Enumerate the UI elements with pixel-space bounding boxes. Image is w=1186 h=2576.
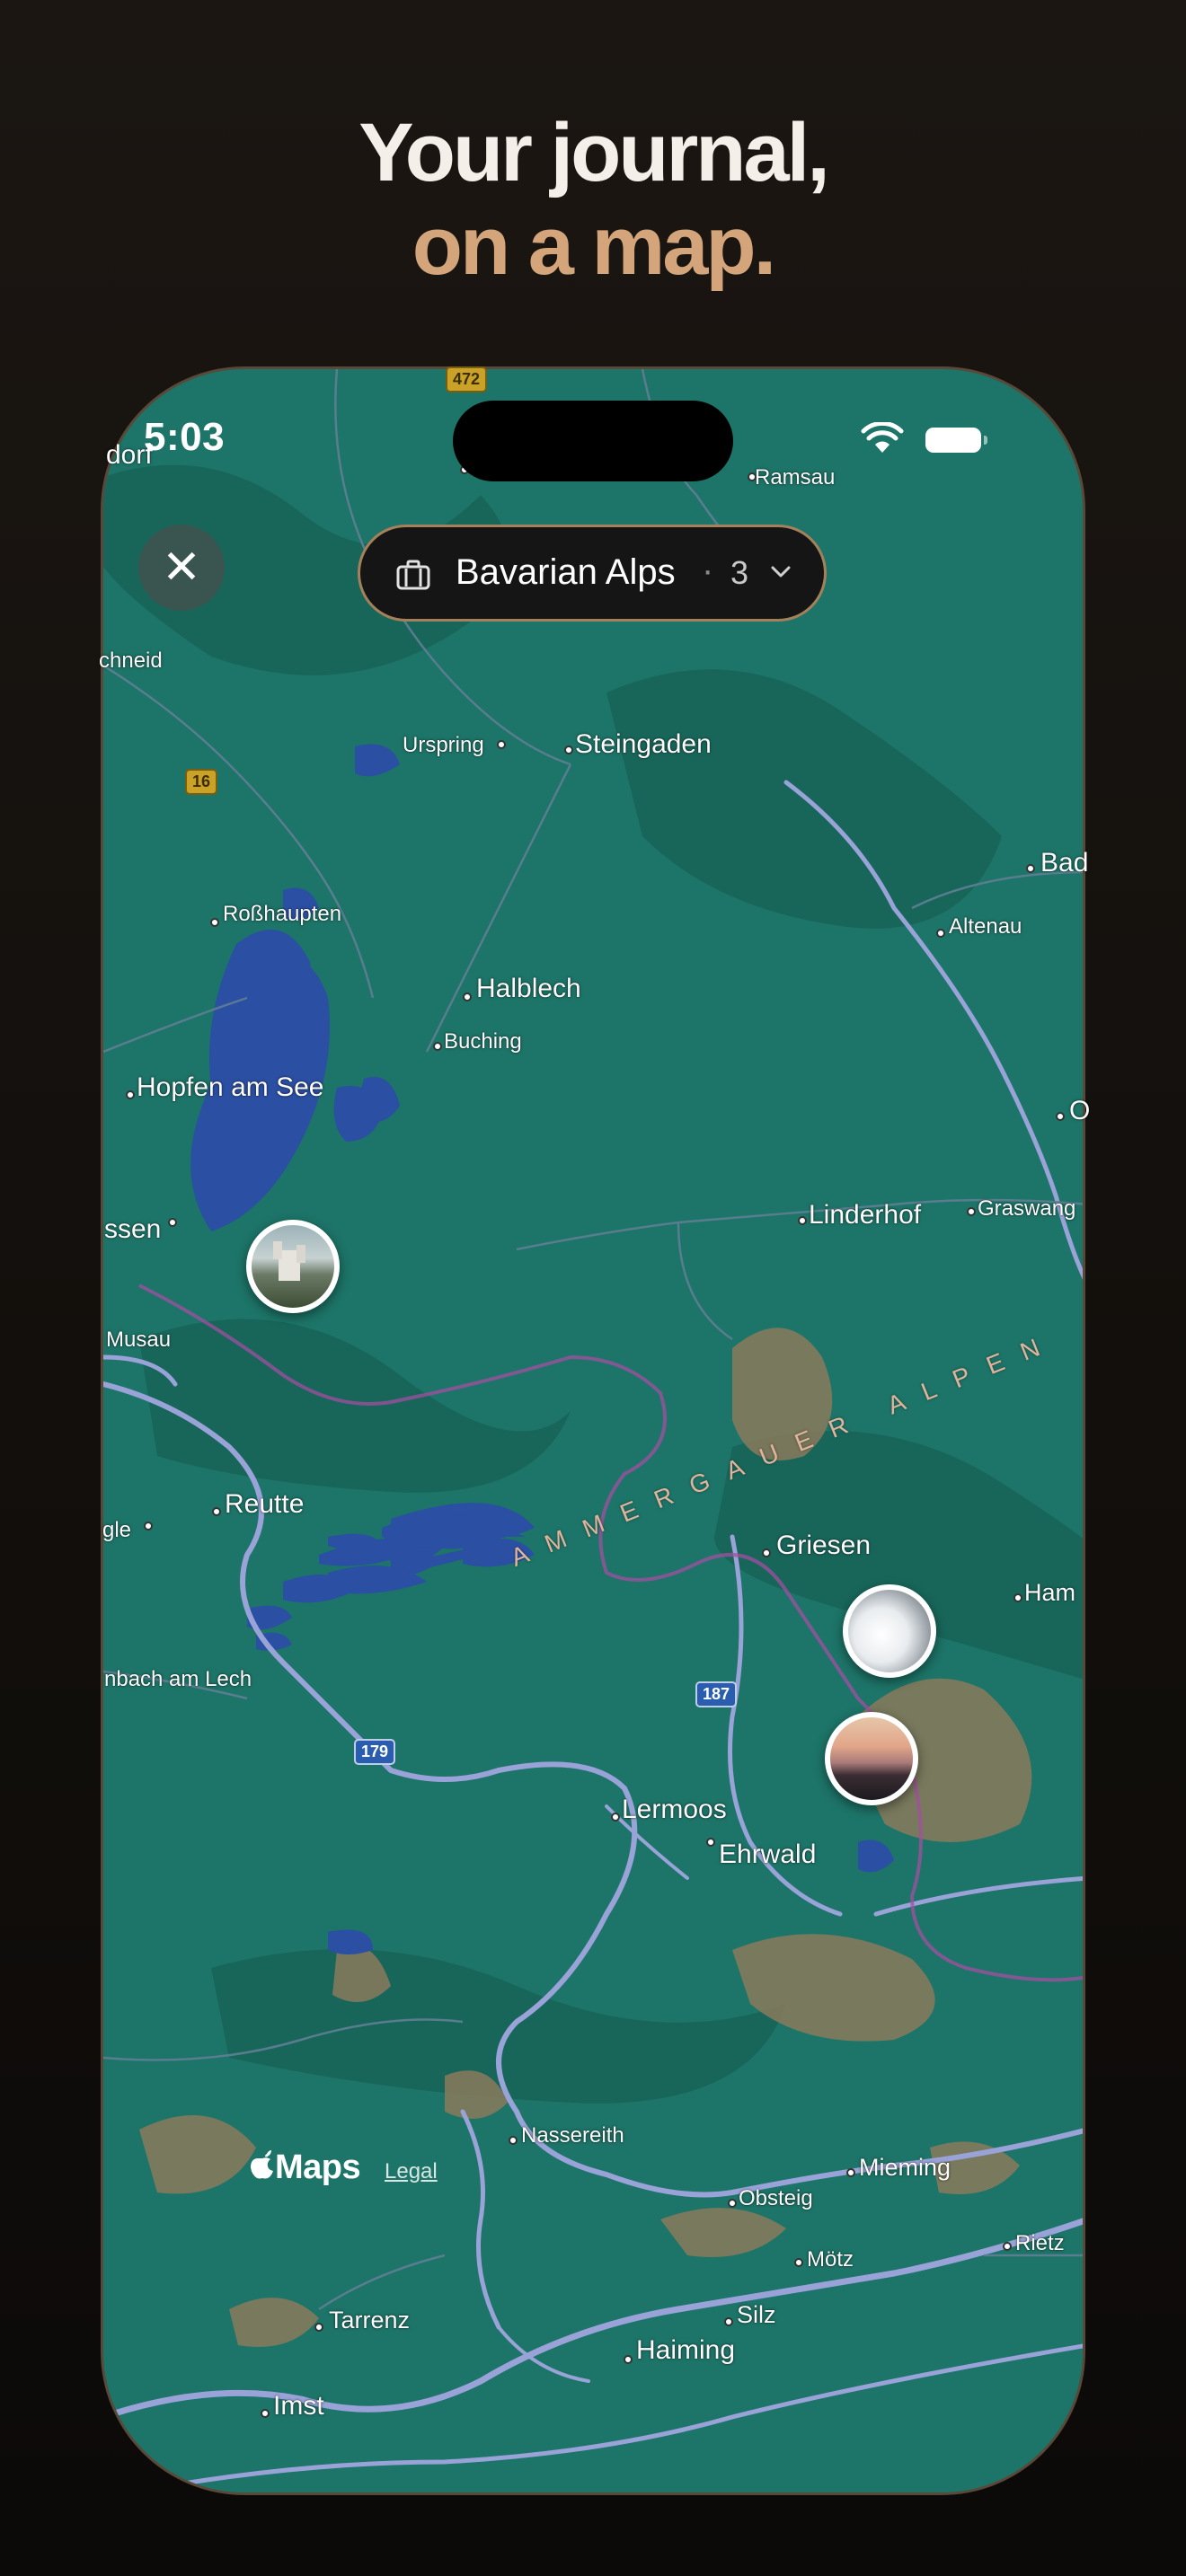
place-label: Linderhof	[809, 1200, 922, 1230]
place-label: Griesen	[776, 1531, 872, 1560]
place-dot	[1056, 1112, 1065, 1121]
place-label: Graswang	[978, 1196, 1076, 1221]
place-label: Altenau	[949, 914, 1022, 939]
place-label: Mötz	[807, 2247, 854, 2272]
trip-selector[interactable]: Bavarian Alps · 3	[358, 525, 827, 622]
trip-photo-count: 3	[730, 554, 749, 591]
road-shield: 472	[446, 366, 488, 393]
place-label: gle	[102, 1518, 132, 1542]
place-dot	[1003, 2242, 1012, 2251]
place-dot	[762, 1548, 771, 1557]
place-label: Halblech	[476, 974, 581, 1003]
place-label: chneid	[99, 648, 163, 673]
place-dot	[210, 918, 219, 927]
place-label: Rietz	[1015, 2231, 1065, 2255]
maps-brand-text: Maps	[275, 2148, 361, 2186]
place-dot	[724, 2317, 733, 2326]
place-label: Ham	[1024, 1579, 1076, 1606]
place-dot	[1026, 864, 1035, 873]
trip-name: Bavarian Alps	[456, 552, 676, 592]
place-label: Mieming	[859, 2154, 951, 2181]
road-shield: 16	[185, 769, 218, 795]
place-dot	[706, 1838, 715, 1847]
wifi-icon	[861, 420, 904, 459]
place-label: Reutte	[225, 1489, 305, 1519]
maps-logo: Maps	[250, 2148, 361, 2187]
place-dot	[748, 472, 757, 481]
place-dot	[564, 745, 573, 754]
battery-icon	[925, 428, 987, 453]
place-dot	[728, 2199, 737, 2208]
briefcase-icon	[396, 560, 430, 595]
place-label: Imst	[273, 2391, 324, 2421]
place-dot	[611, 1813, 620, 1822]
place-label: Obsteig	[739, 2186, 813, 2210]
place-dot	[261, 2409, 270, 2418]
dynamic-island	[453, 401, 733, 481]
place-label: Haiming	[636, 2335, 736, 2365]
headline: Your journal, on a map.	[0, 106, 1186, 293]
place-label: Hopfen am See	[137, 1072, 324, 1102]
place-label: Bad	[1040, 848, 1089, 878]
place-label: Nassereith	[521, 2123, 624, 2148]
place-dot	[126, 1090, 135, 1099]
place-dot	[144, 1522, 153, 1531]
place-label: Steingaden	[575, 729, 712, 759]
place-dot	[967, 1207, 976, 1216]
place-label: Urspring	[403, 733, 484, 757]
place-dot	[798, 1216, 807, 1225]
castle-photo-pin[interactable]	[246, 1220, 340, 1313]
headline-line-1: Your journal,	[358, 107, 830, 198]
place-dot	[1013, 1593, 1022, 1602]
place-label: nbach am Lech	[104, 1667, 252, 1691]
legal-link[interactable]: Legal	[385, 2159, 438, 2184]
close-button[interactable]: ✕	[138, 525, 225, 611]
place-label: Ramsau	[755, 465, 836, 490]
place-dot	[433, 1042, 442, 1051]
chevron-down-icon	[770, 565, 792, 584]
place-label: Lermoos	[622, 1795, 727, 1824]
place-dot	[794, 2258, 803, 2267]
place-dot	[509, 2136, 518, 2145]
place-label: Tarrenz	[329, 2307, 411, 2333]
place-dot	[212, 1507, 221, 1516]
apple-logo-icon	[250, 2148, 275, 2186]
place-dot	[497, 740, 506, 749]
road-shield: 187	[695, 1681, 738, 1707]
headline-line-2: on a map.	[412, 200, 776, 292]
place-dot	[936, 929, 945, 938]
place-label: O	[1069, 1096, 1091, 1125]
place-dot	[314, 2323, 323, 2332]
place-dot	[168, 1218, 177, 1227]
place-label: Silz	[737, 2301, 776, 2328]
sunset-photo-pin[interactable]	[825, 1712, 918, 1805]
place-label: Roßhaupten	[223, 902, 342, 926]
place-label: Musau	[106, 1328, 172, 1352]
status-time: 5:03	[144, 415, 226, 459]
snowy-peak-photo-pin[interactable]	[843, 1584, 936, 1678]
place-dot	[846, 2168, 855, 2177]
place-label: Ehrwald	[719, 1839, 817, 1869]
place-dot	[624, 2355, 633, 2364]
place-dot	[463, 992, 472, 1001]
place-label: Buching	[444, 1029, 522, 1054]
separator-dot: ·	[702, 551, 714, 590]
road-shield: 179	[354, 1739, 396, 1765]
place-label: ssen	[104, 1214, 162, 1244]
